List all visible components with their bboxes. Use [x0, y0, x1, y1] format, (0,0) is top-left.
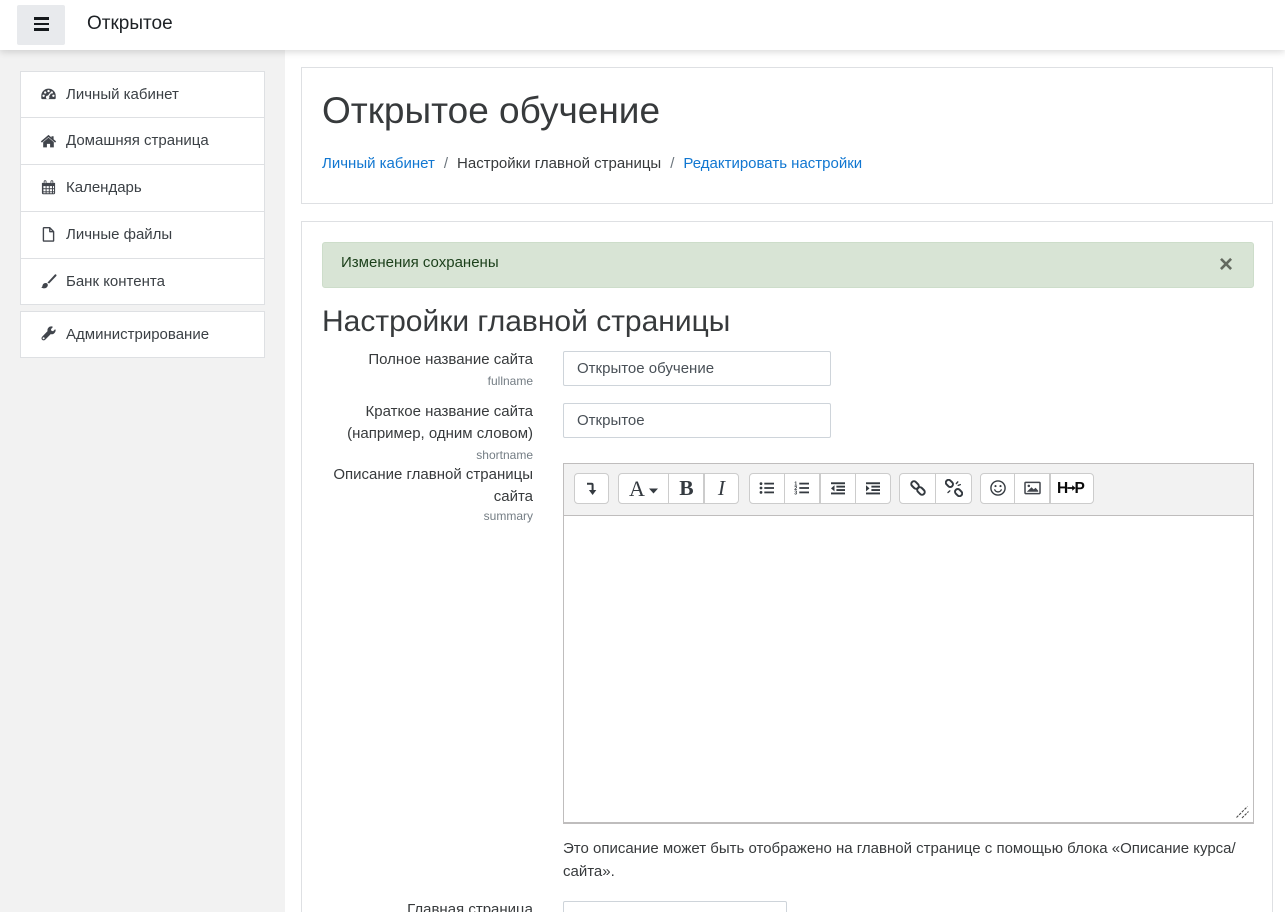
svg-text:3: 3	[795, 491, 798, 497]
svg-text:H: H	[1057, 480, 1068, 497]
svg-text:P: P	[1075, 480, 1085, 497]
